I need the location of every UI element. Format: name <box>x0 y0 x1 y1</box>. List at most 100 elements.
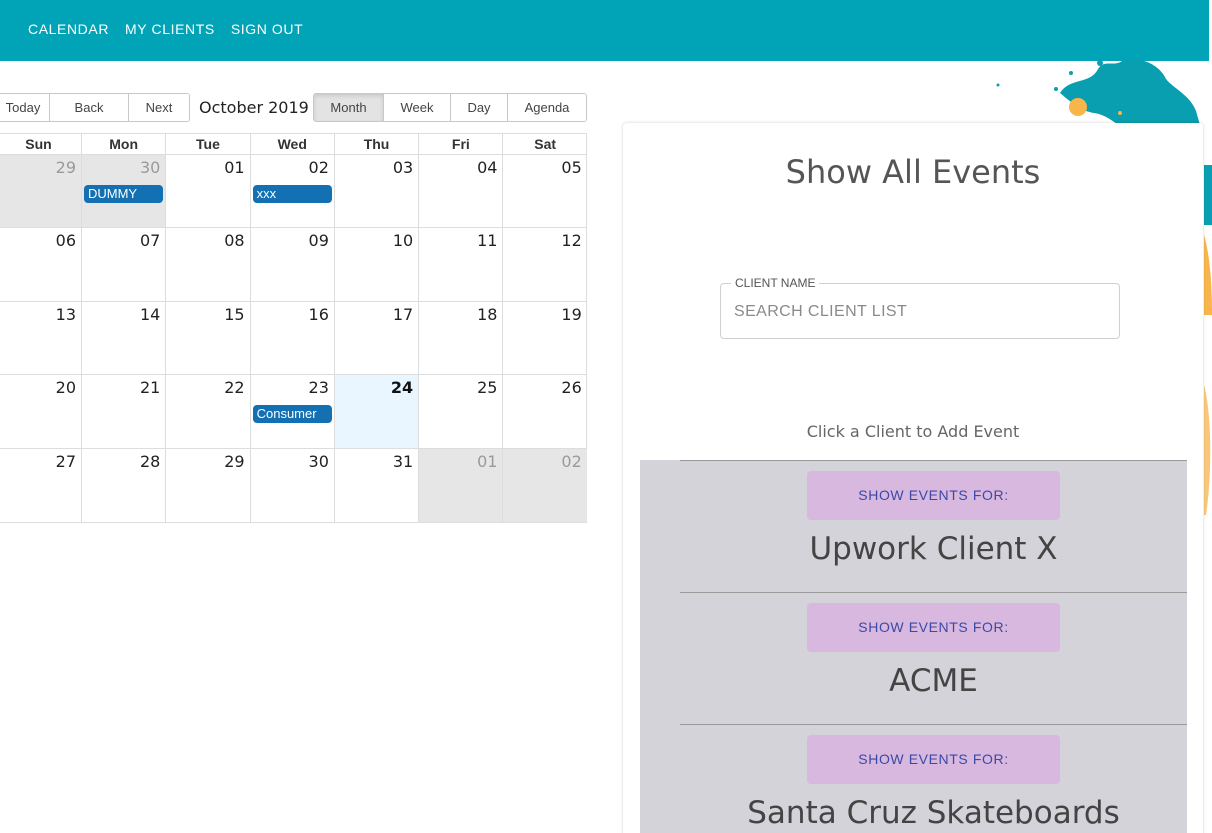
view-button-group: Month Week Day Agenda <box>313 93 587 122</box>
day-number[interactable]: 23 <box>309 378 329 397</box>
week-row: 29 30 DUMMY 01 02 xxx 03 04 05 <box>0 155 586 229</box>
day-number[interactable]: 08 <box>224 231 244 250</box>
day-number[interactable]: 02 <box>309 158 329 177</box>
day-cell[interactable]: 29 <box>165 448 249 522</box>
show-events-button[interactable]: SHOW EVENTS FOR: <box>807 735 1060 784</box>
client-name[interactable]: Santa Cruz Skateboards <box>680 795 1187 831</box>
day-cell[interactable]: 12 <box>502 228 586 301</box>
calendar-event[interactable]: Consumer <box>252 405 332 424</box>
client-item[interactable]: SHOW EVENTS FOR: Santa Cruz Skateboards <box>680 724 1187 833</box>
day-number[interactable]: 30 <box>140 158 160 177</box>
view-month-button[interactable]: Month <box>314 94 384 121</box>
day-number[interactable]: 17 <box>393 305 413 324</box>
day-cell[interactable]: 23 Consumer <box>249 375 334 448</box>
day-number[interactable]: 28 <box>140 452 160 471</box>
week-row: 13 14 15 16 17 18 19 <box>0 301 586 376</box>
day-cell[interactable]: 14 <box>81 301 165 375</box>
day-cell[interactable]: 26 <box>502 375 586 448</box>
day-number[interactable]: 11 <box>477 231 497 250</box>
nav-calendar-link[interactable]: CALENDAR <box>28 21 109 37</box>
day-number[interactable]: 04 <box>477 158 497 177</box>
today-button[interactable]: Today <box>0 94 50 121</box>
day-number[interactable]: 26 <box>561 378 581 397</box>
show-events-button[interactable]: SHOW EVENTS FOR: <box>807 603 1060 652</box>
day-cell[interactable]: 25 <box>418 375 502 448</box>
day-cell[interactable]: 03 <box>333 155 418 228</box>
client-item[interactable]: SHOW EVENTS FOR: ACME <box>680 592 1187 724</box>
day-cell[interactable]: 15 <box>165 301 249 375</box>
weekday-sun: Sun <box>25 136 52 152</box>
day-number[interactable]: 29 <box>56 158 76 177</box>
view-agenda-button[interactable]: Agenda <box>508 94 586 121</box>
day-number[interactable]: 07 <box>140 231 160 250</box>
day-cell[interactable]: 18 <box>418 301 502 375</box>
day-number[interactable]: 15 <box>224 305 244 324</box>
day-cell[interactable]: 09 <box>249 228 334 301</box>
day-cell[interactable]: 30 <box>249 448 334 522</box>
day-cell[interactable]: 08 <box>165 228 249 301</box>
day-number[interactable]: 27 <box>56 452 76 471</box>
day-cell[interactable]: 20 <box>0 375 81 447</box>
client-search-input[interactable] <box>734 300 1104 324</box>
day-cell[interactable]: 01 <box>418 448 503 522</box>
nav-sign-out-link[interactable]: SIGN OUT <box>231 21 303 37</box>
back-button[interactable]: Back <box>50 94 129 121</box>
day-cell[interactable]: 30 DUMMY <box>81 155 166 228</box>
day-number[interactable]: 31 <box>393 452 413 471</box>
events-panel: Show All Events CLIENT NAME Click a Clie… <box>623 123 1203 833</box>
day-number[interactable]: 10 <box>393 231 413 250</box>
day-cell[interactable]: 02 xxx <box>249 155 334 228</box>
day-number[interactable]: 22 <box>224 378 244 397</box>
day-cell[interactable]: 05 <box>502 155 586 228</box>
client-name[interactable]: Upwork Client X <box>680 531 1187 567</box>
day-number[interactable]: 30 <box>309 452 329 471</box>
calendar-event[interactable]: DUMMY <box>84 185 164 203</box>
day-number[interactable]: 13 <box>56 305 76 324</box>
nav-my-clients-link[interactable]: MY CLIENTS <box>125 21 215 37</box>
show-events-button[interactable]: SHOW EVENTS FOR: <box>807 471 1060 520</box>
day-cell[interactable]: 10 <box>333 228 418 301</box>
client-name[interactable]: ACME <box>680 663 1187 699</box>
day-number[interactable]: 05 <box>561 158 581 177</box>
day-cell[interactable]: 28 <box>81 448 165 522</box>
day-cell[interactable]: 04 <box>418 155 502 228</box>
day-cell[interactable]: 16 <box>249 301 334 375</box>
view-day-button[interactable]: Day <box>451 94 508 121</box>
weekday-tue: Tue <box>165 134 249 154</box>
day-number[interactable]: 16 <box>309 305 329 324</box>
day-number[interactable]: 09 <box>309 231 329 250</box>
day-number[interactable]: 02 <box>561 452 581 471</box>
day-cell[interactable]: 27 <box>0 449 81 522</box>
day-number[interactable]: 20 <box>56 378 76 397</box>
day-cell[interactable]: 31 <box>333 448 418 522</box>
day-number[interactable]: 24 <box>391 378 413 397</box>
day-number[interactable]: 18 <box>477 305 497 324</box>
day-cell[interactable]: 01 <box>165 155 249 228</box>
day-cell[interactable]: 19 <box>502 301 586 375</box>
day-cell[interactable]: 22 <box>165 375 249 448</box>
day-number[interactable]: 06 <box>56 231 76 250</box>
day-number[interactable]: 21 <box>140 378 160 397</box>
day-cell[interactable]: 06 <box>0 228 81 300</box>
panel-title: Show All Events <box>785 153 1041 191</box>
day-cell[interactable]: 11 <box>418 228 502 301</box>
day-number[interactable]: 14 <box>140 305 160 324</box>
day-cell[interactable]: 07 <box>81 228 165 301</box>
next-button[interactable]: Next <box>129 94 189 121</box>
day-cell[interactable]: 21 <box>81 375 165 448</box>
day-cell[interactable]: 17 <box>333 301 418 375</box>
day-number[interactable]: 01 <box>224 158 244 177</box>
calendar-event[interactable]: xxx <box>252 185 332 203</box>
view-week-button[interactable]: Week <box>384 94 451 121</box>
day-cell[interactable]: 13 <box>0 302 81 374</box>
day-number[interactable]: 01 <box>477 452 497 471</box>
day-number[interactable]: 12 <box>561 231 581 250</box>
day-cell[interactable]: 02 <box>502 448 587 522</box>
day-number[interactable]: 19 <box>561 305 581 324</box>
day-cell[interactable]: 29 <box>0 155 81 228</box>
day-cell-today[interactable]: 24 <box>333 375 419 448</box>
day-number[interactable]: 03 <box>393 158 413 177</box>
client-item[interactable]: SHOW EVENTS FOR: Upwork Client X <box>680 460 1187 592</box>
day-number[interactable]: 29 <box>224 452 244 471</box>
day-number[interactable]: 25 <box>477 378 497 397</box>
